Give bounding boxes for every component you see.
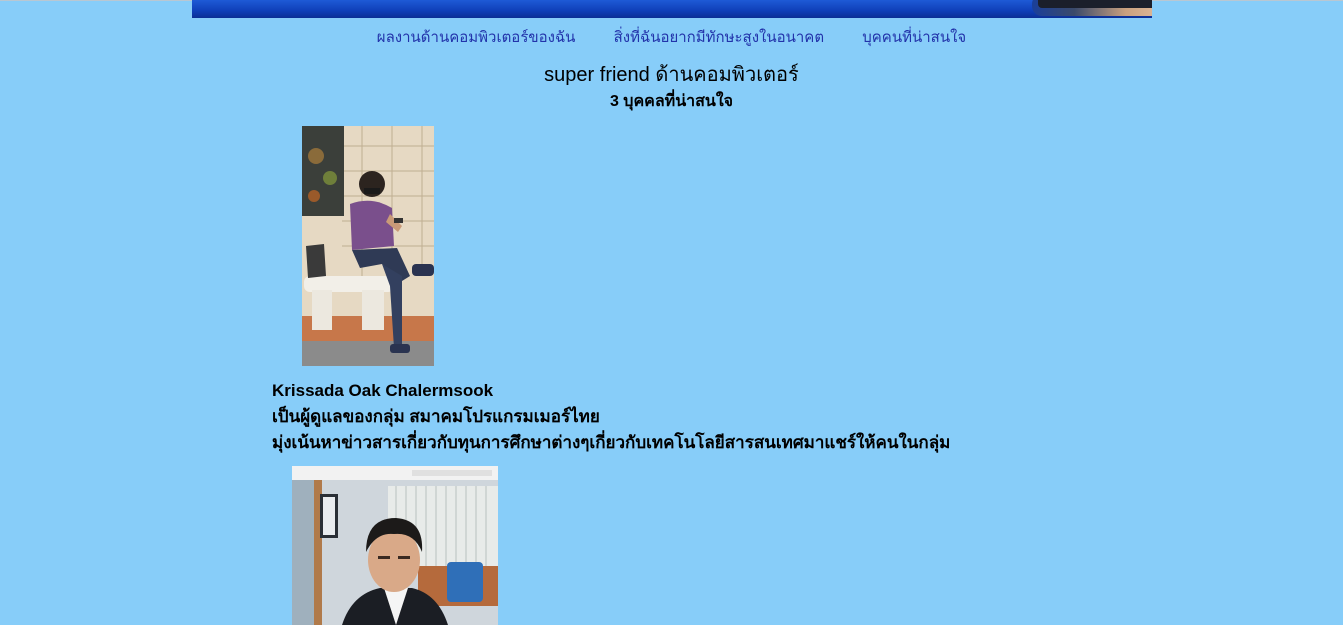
person1-description-line2: มุ่งเน้นหาข่าวสารเกี่ยวกับทุนการศึกษาต่า… xyxy=(272,433,951,452)
person2-photo xyxy=(292,466,498,625)
nav-link-my-computer-works[interactable]: ผลงานด้านคอมพิวเตอร์ของฉัน xyxy=(377,29,576,46)
person2-photo-illustration xyxy=(292,466,498,625)
nav-link-future-skills[interactable]: สิ่งที่ฉันอยากมีทักษะสูงในอนาคต xyxy=(614,29,824,46)
header-banner xyxy=(192,0,1152,18)
person1-name: Krissada Oak Chalermsook xyxy=(272,381,494,400)
person1-bio: Krissada Oak Chalermsook เป็นผู้ดูแลของก… xyxy=(272,378,950,456)
banner-device-image xyxy=(1038,0,1152,8)
nav-link-interesting-people[interactable]: บุคคนที่น่าสนใจ xyxy=(862,29,966,46)
person1-photo-illustration xyxy=(302,126,434,366)
person1-description-line1: เป็นผู้ดูแลของกลุ่ม สมาคมโปรแกรมเมอร์ไทย xyxy=(272,407,600,426)
person1-photo xyxy=(302,126,434,366)
top-navigation: ผลงานด้านคอมพิวเตอร์ของฉัน สิ่งที่ฉันอยา… xyxy=(0,25,1343,49)
page-title: super friend ด้านคอมพิวเตอร์ xyxy=(544,64,799,86)
page-subtitle: 3 บุคคลที่น่าสนใจ xyxy=(609,93,734,110)
